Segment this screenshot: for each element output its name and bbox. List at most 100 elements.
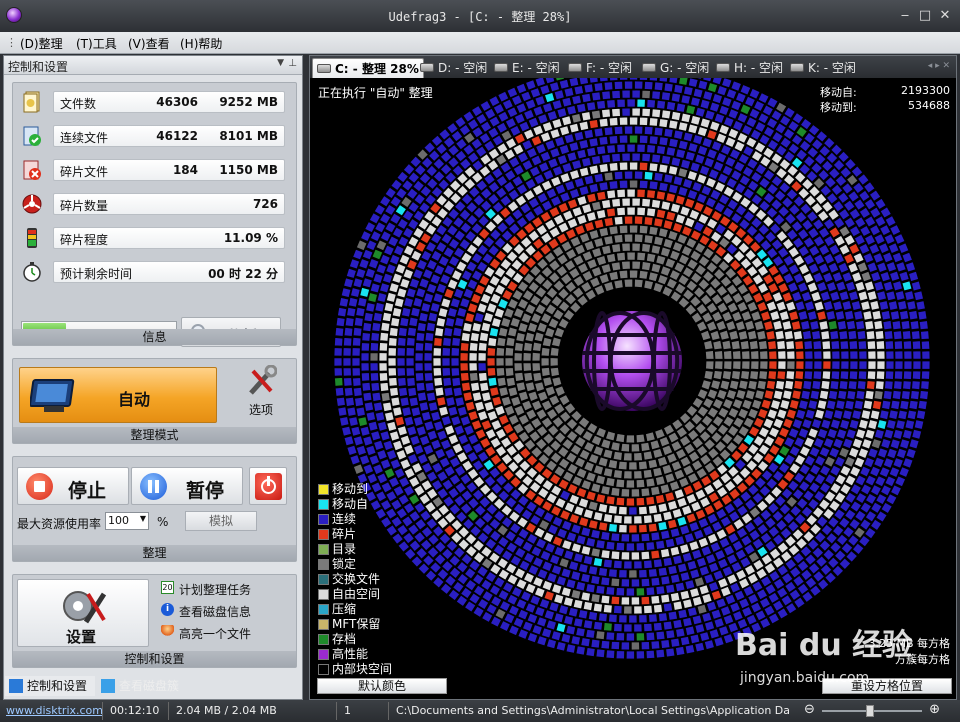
- cluster-map-panel: C: - 整理 28% D: - 空闲 E: - 空闲 F: - 空闲 G: -…: [309, 55, 957, 700]
- close-button[interactable]: ✕: [936, 8, 954, 24]
- panel-header: 控制和设置 ▼ ⊥: [4, 56, 302, 75]
- settings-button[interactable]: 设置: [17, 579, 149, 647]
- mode-group: 自动 选项 整理模式: [12, 358, 297, 444]
- cluster-map[interactable]: [310, 78, 956, 676]
- left-bottom-tabs: 控制和设置 查看磁盘簇: [3, 676, 303, 698]
- tab-drive-e[interactable]: E: - 空闲: [492, 58, 560, 78]
- pause-icon: [140, 473, 167, 500]
- tab-drive-k[interactable]: K: - 空闲: [788, 58, 856, 78]
- info-group-footer: 信息: [13, 329, 296, 345]
- legend-swatch: [318, 604, 329, 615]
- tab-drive-c[interactable]: C: - 整理 28%: [312, 58, 424, 78]
- stat-fragment-count: 碎片数量 726: [17, 191, 287, 217]
- legend-item: 移动自: [316, 497, 392, 512]
- status-text: 正在执行 "自动" 整理: [318, 86, 433, 100]
- info-group: 文件数 46306 9252 MB 连续文件 46122 8101 MB 碎片文件 184…: [12, 82, 297, 347]
- tab-drive-d[interactable]: D: - 空闲: [418, 58, 487, 78]
- legend-item: 存档: [316, 632, 392, 647]
- legend-swatch: [318, 589, 329, 600]
- status-bar: www.disktrix.com 00:12:10 2.04 MB / 2.04…: [0, 700, 960, 722]
- tab-drive-h[interactable]: H: - 空闲: [714, 58, 783, 78]
- drive-icon: [420, 63, 434, 72]
- pin-icon[interactable]: ⊥: [288, 58, 297, 69]
- tab-view-clusters[interactable]: 查看磁盘簇: [97, 676, 197, 696]
- current-file-path: C:\Documents and Settings\Administrator\…: [396, 704, 790, 717]
- legend-swatch: [318, 514, 329, 525]
- percent-sign: %: [157, 515, 169, 529]
- menu-bar: ⋮ (D)整理 (T)工具 (V)查看 (H)帮助: [0, 32, 960, 54]
- legend-item: 移动到: [316, 482, 392, 497]
- stop-button[interactable]: 停止: [17, 467, 129, 505]
- tab-drive-f[interactable]: F: - 空闲: [566, 58, 632, 78]
- files-icon: [23, 91, 40, 113]
- zoom-knob[interactable]: [866, 705, 874, 717]
- bulb-icon: [161, 625, 174, 638]
- zoom-in-icon[interactable]: ⊕: [929, 702, 940, 717]
- drive-icon: [317, 64, 331, 73]
- elapsed-time: 00:12:10: [110, 704, 160, 717]
- maximize-button[interactable]: □: [916, 8, 934, 24]
- watermark-logo: Bai du 经验: [735, 628, 913, 663]
- fragmentation-level-icon: [27, 228, 37, 248]
- legend-item: 锁定: [316, 557, 392, 572]
- tab-drive-g[interactable]: G: - 空闲: [640, 58, 709, 78]
- stat-file-count: 文件数 46306 9252 MB: [17, 89, 287, 115]
- legend-swatch: [318, 544, 329, 555]
- legend-swatch: [318, 634, 329, 645]
- legend-swatch: [318, 499, 329, 510]
- move-to-label: 移动到:: [820, 101, 857, 114]
- default-color-button[interactable]: 默认颜色: [317, 678, 447, 694]
- stopwatch-icon: [23, 262, 41, 282]
- options-button[interactable]: 选项: [235, 363, 287, 417]
- chevron-down-icon: ▼: [139, 514, 146, 523]
- divider: [336, 702, 337, 720]
- simulate-button[interactable]: 模拟: [185, 511, 257, 531]
- tools-icon: [249, 365, 277, 395]
- move-from-label: 移动自:: [820, 86, 857, 99]
- menu-view[interactable]: (V)查看: [128, 35, 170, 52]
- menu-tools[interactable]: (T)工具: [76, 35, 117, 52]
- move-to-value: 534688: [908, 99, 950, 112]
- stat-time-remaining: 预计剩余时间 00 时 22 分: [17, 259, 287, 285]
- zoom-out-icon[interactable]: ⊖: [804, 702, 815, 717]
- auto-mode-button[interactable]: 自动: [19, 367, 217, 423]
- pause-button[interactable]: 暂停: [131, 467, 243, 505]
- legend-item: 自由空间: [316, 587, 392, 602]
- legend-item: 压缩: [316, 602, 392, 617]
- drive-icon: [494, 63, 508, 72]
- calendar-icon: 20: [161, 581, 174, 594]
- drive-icon: [568, 63, 582, 72]
- fragmented-files-icon: [23, 160, 41, 180]
- app-window: Udefrag3 - [C: - 整理 28%] ‒ □ ✕ ⋮ (D)整理 (…: [0, 0, 960, 722]
- divider: [168, 702, 169, 720]
- color-legend: 移动到 移动自 连续 碎片 目录 锁定 交换文件 自由空间 压缩 MFT保留 存档 高性能 内部块空间: [316, 482, 392, 677]
- menu-defrag[interactable]: (D)整理: [20, 35, 63, 52]
- max-resource-select[interactable]: 100 ▼: [105, 512, 149, 530]
- drive-icon: [716, 63, 730, 72]
- panel-menu-icon[interactable]: ▼: [277, 58, 284, 68]
- legend-swatch: [318, 529, 329, 540]
- minimize-button[interactable]: ‒: [896, 8, 914, 24]
- contiguous-files-icon: [23, 126, 41, 146]
- menu-help[interactable]: (H)帮助: [180, 35, 222, 52]
- mode-group-footer: 整理模式: [13, 427, 296, 443]
- move-from-value: 2193300: [901, 84, 950, 97]
- legend-swatch: [318, 574, 329, 585]
- file-count: 1: [344, 704, 351, 717]
- settings-group-footer: 控制和设置: [13, 651, 296, 667]
- tab-scroll-controls[interactable]: ◂ ▸ ✕: [928, 61, 950, 71]
- zoom-slider[interactable]: ⊖ ⊕: [800, 702, 950, 718]
- divider: [388, 702, 389, 720]
- info-icon: i: [161, 603, 174, 616]
- gear-icon: [63, 591, 107, 624]
- website-link[interactable]: www.disktrix.com: [6, 704, 103, 717]
- legend-item: 内部块空间: [316, 662, 392, 677]
- legend-swatch: [318, 484, 329, 495]
- max-resource-label: 最大资源使用率: [17, 517, 102, 531]
- stat-fragmented-files: 碎片文件 184 1150 MB: [17, 157, 287, 183]
- divider: [102, 702, 103, 720]
- stat-fragmentation-level: 碎片程度 11.09 %: [17, 225, 287, 251]
- power-button[interactable]: [249, 467, 287, 505]
- drive-icon: [642, 63, 656, 72]
- tab-control-settings[interactable]: 控制和设置: [5, 676, 95, 696]
